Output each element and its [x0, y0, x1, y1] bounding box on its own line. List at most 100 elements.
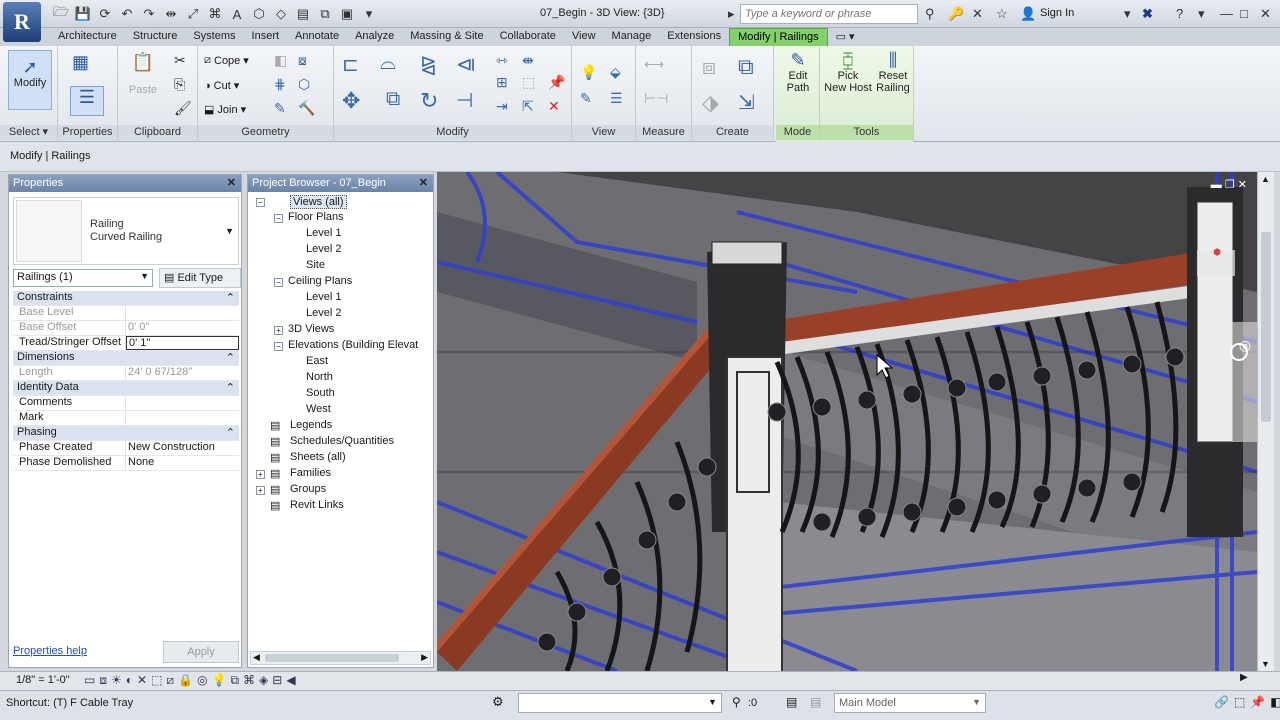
- join-button[interactable]: ⬓ Join ▾: [204, 103, 246, 117]
- search-input[interactable]: Type a keyword or phrase: [740, 4, 918, 24]
- save-icon[interactable]: 💾: [74, 6, 92, 22]
- viewport-minimize-icon[interactable]: ▬: [1211, 179, 1222, 191]
- properties-toggle-button[interactable]: ☰: [70, 86, 104, 116]
- browser-node[interactable]: Level 1: [306, 227, 341, 239]
- align-icon[interactable]: ⊏: [342, 52, 359, 77]
- ribbon-minimize-icon[interactable]: ▭ ▾: [828, 28, 863, 46]
- scroll-left-icon[interactable]: ◀: [253, 652, 260, 663]
- reset-railing-button[interactable]: ⫼ Reset Railing: [874, 50, 912, 94]
- browser-node[interactable]: Level 2: [306, 307, 341, 319]
- wall-joins-icon[interactable]: ◧: [274, 52, 287, 69]
- browser-node[interactable]: Ceiling Plans: [288, 275, 352, 287]
- help-dropdown-icon[interactable]: ▾: [1198, 6, 1205, 22]
- trim-extend-icon[interactable]: ⊣: [456, 88, 473, 113]
- browser-node[interactable]: North: [306, 371, 333, 383]
- browser-node[interactable]: Level 1: [306, 291, 341, 303]
- paste-button[interactable]: 📋 Paste: [126, 52, 160, 96]
- override-graphics-icon[interactable]: ⬙: [610, 64, 621, 81]
- delete-icon[interactable]: ✕: [548, 98, 560, 115]
- tab-structure[interactable]: Structure: [125, 28, 186, 46]
- thin-lines-icon[interactable]: ▤: [294, 6, 312, 22]
- array-icon[interactable]: ⊞: [496, 74, 508, 91]
- subscription-icon[interactable]: 🔑: [948, 6, 964, 22]
- browser-node[interactable]: Groups: [290, 483, 326, 495]
- tab-annotate[interactable]: Annotate: [287, 28, 347, 46]
- steering-wheel-icon[interactable]: ◎: [1235, 337, 1255, 354]
- rotate-icon[interactable]: ↻: [420, 88, 438, 114]
- open-icon[interactable]: 🗁: [52, 3, 70, 25]
- scroll-thumb[interactable]: [265, 654, 399, 662]
- signin-dropdown-icon[interactable]: ▾: [1124, 6, 1131, 22]
- tab-insert[interactable]: Insert: [244, 28, 288, 46]
- collapse-icon[interactable]: ⌃: [226, 291, 235, 305]
- browser-node[interactable]: 3D Views: [288, 323, 334, 335]
- browser-node[interactable]: Site: [306, 259, 325, 271]
- scroll-right-icon[interactable]: ▶: [421, 652, 428, 663]
- linework-icon[interactable]: ✎: [580, 90, 592, 107]
- switch-windows-icon[interactable]: ▣: [338, 6, 356, 22]
- copy-element-icon[interactable]: ⧉: [386, 88, 400, 111]
- type-selector-dropdown-icon[interactable]: ▼: [225, 226, 234, 236]
- property-category[interactable]: Phasing ⌃: [13, 426, 239, 441]
- section-icon[interactable]: ◇: [272, 6, 290, 22]
- mirror-axis-icon[interactable]: ⧎: [420, 52, 437, 77]
- edit-path-button[interactable]: ✎ Edit Path: [780, 50, 816, 94]
- properties-close-icon[interactable]: ✕: [227, 176, 236, 189]
- communication-icon[interactable]: ✕: [972, 6, 983, 22]
- unpin-icon[interactable]: ⇱: [522, 98, 534, 115]
- viewport-vertical-scrollbar[interactable]: ▲ ▼: [1257, 172, 1274, 671]
- browser-node[interactable]: Families: [290, 467, 331, 479]
- select-dropdown[interactable]: Select ▾: [0, 125, 57, 140]
- collapse-tree-icon[interactable]: −: [256, 198, 265, 207]
- select-pinned-icon[interactable]: 📌: [1250, 695, 1265, 709]
- property-category[interactable]: Constraints ⌃: [13, 291, 239, 306]
- close-hidden-icon[interactable]: ⧉: [316, 6, 334, 22]
- paint-icon[interactable]: ⬡: [298, 76, 310, 93]
- browser-node[interactable]: Elevations (Building Elevat: [288, 339, 418, 351]
- browser-node[interactable]: Revit Links: [290, 499, 344, 511]
- browser-horizontal-scrollbar[interactable]: ◀ ▶: [250, 651, 431, 665]
- collapse-icon[interactable]: ⌃: [226, 351, 235, 365]
- dimension-icon[interactable]: ⤢: [184, 6, 202, 22]
- viewcube-icon[interactable]: ⬢: [1197, 247, 1237, 277]
- highlight-displacement-icon[interactable]: ◈: [259, 673, 268, 688]
- move-icon[interactable]: ✥: [342, 88, 360, 114]
- property-value[interactable]: None: [126, 456, 239, 470]
- browser-node[interactable]: Sheets (all): [290, 451, 346, 463]
- cut-geometry-button[interactable]: ◑ Cut ▾: [204, 79, 239, 93]
- binoculars-icon[interactable]: ⚲: [925, 6, 935, 22]
- design-options-dropdown-icon[interactable]: ▼: [708, 697, 717, 707]
- type-properties-button[interactable]: ▦: [72, 52, 89, 72]
- hammer-icon[interactable]: 🔨: [298, 100, 315, 117]
- select-links-icon[interactable]: 🔗: [1214, 695, 1229, 709]
- help-icon[interactable]: ?: [1176, 6, 1183, 21]
- browser-node[interactable]: South: [306, 387, 335, 399]
- select-underlay-icon[interactable]: ⬚: [1234, 695, 1245, 709]
- favorites-icon[interactable]: ☆: [996, 6, 1008, 22]
- collapse-icon[interactable]: ⌃: [226, 426, 235, 440]
- modify-button[interactable]: ➚ Modify: [8, 50, 52, 110]
- worksets-icon[interactable]: ⚙: [492, 694, 504, 710]
- viewport-window-controls[interactable]: ▬ ❐ ✕: [1211, 178, 1247, 191]
- edit-type-button[interactable]: ▤ Edit Type: [159, 268, 241, 288]
- detail-level-icon[interactable]: ▭: [84, 673, 95, 688]
- tab-collaborate[interactable]: Collaborate: [492, 28, 564, 46]
- view-scale[interactable]: 1/8" = 1'-0": [16, 674, 70, 686]
- cope-button[interactable]: ⧄ Cope ▾: [204, 54, 249, 67]
- tab-architecture[interactable]: Architecture: [50, 28, 125, 46]
- sun-path-icon[interactable]: ☀: [111, 673, 122, 688]
- collapse-icon[interactable]: ⌃: [226, 381, 235, 395]
- pin-icon[interactable]: 📌: [548, 74, 565, 91]
- browser-close-icon[interactable]: ✕: [419, 176, 428, 189]
- create-group-icon[interactable]: ⬗: [702, 90, 719, 116]
- editing-requests-icon[interactable]: ▤: [786, 695, 797, 709]
- undo-icon[interactable]: ↶: [118, 6, 136, 22]
- exchange-apps-icon[interactable]: ✖: [1142, 6, 1153, 22]
- property-category[interactable]: Dimensions ⌃: [13, 351, 239, 366]
- aligned-dimension-icon[interactable]: ⊢⊣: [644, 90, 668, 107]
- create-parts-icon[interactable]: ⧉: [738, 54, 754, 80]
- property-value[interactable]: 0' 1": [126, 336, 239, 350]
- lock-3d-icon[interactable]: 🔒: [178, 673, 193, 688]
- show-crop-icon[interactable]: ⧄: [166, 673, 174, 688]
- collapse-tree-icon[interactable]: −: [274, 342, 283, 351]
